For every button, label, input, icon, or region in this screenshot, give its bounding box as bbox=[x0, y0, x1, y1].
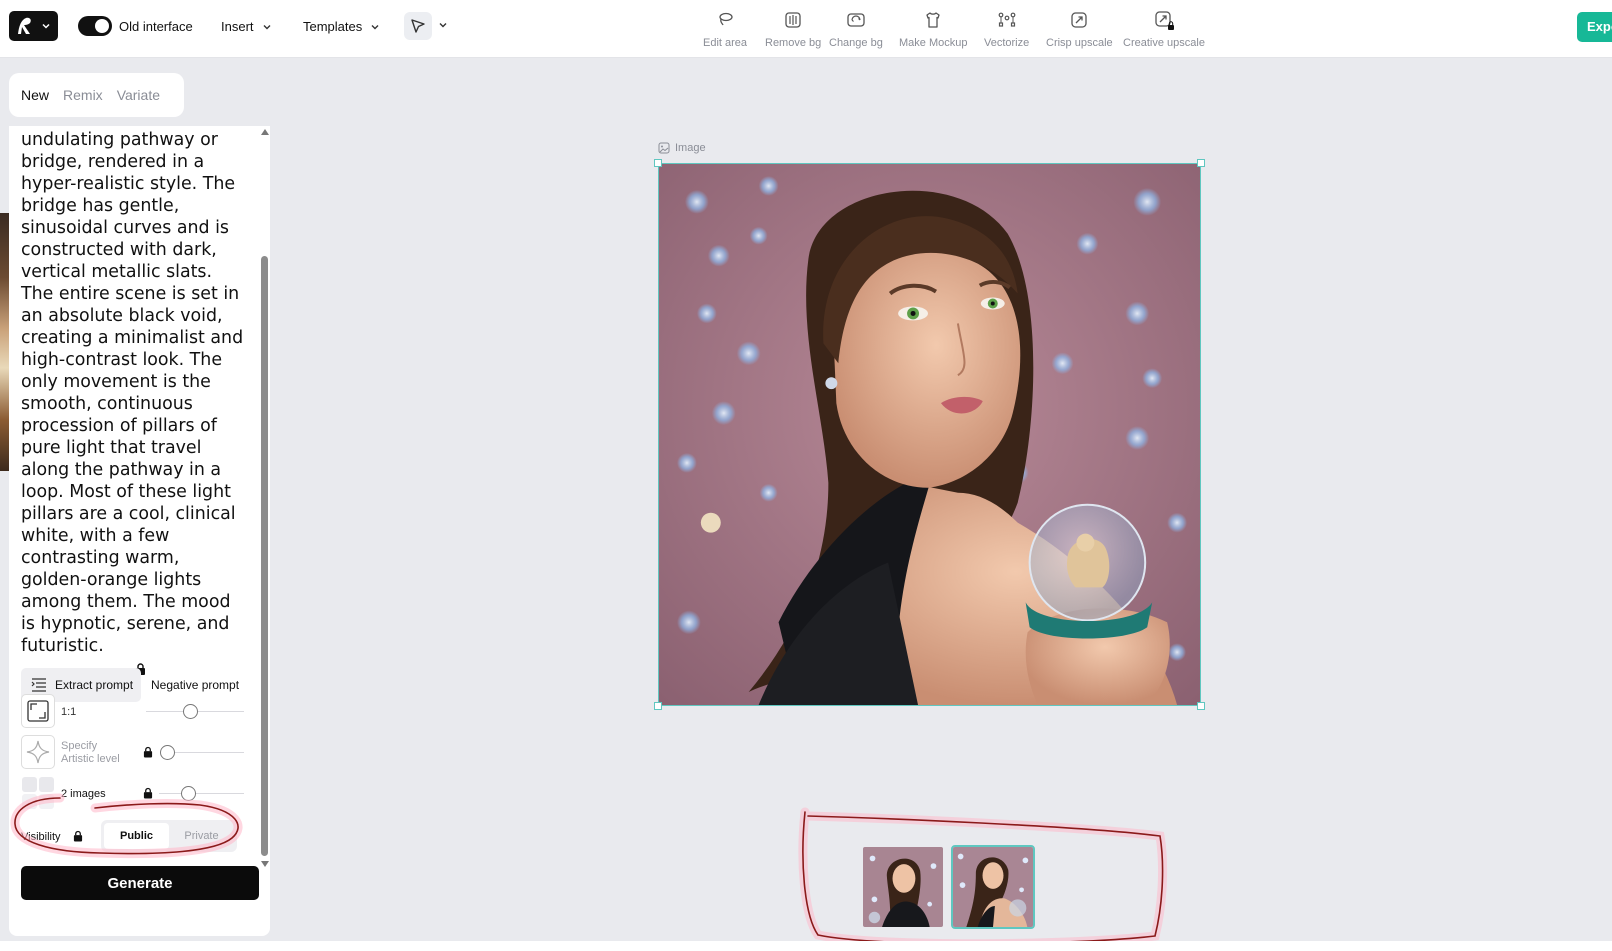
chevron-down-icon[interactable] bbox=[438, 20, 448, 30]
artistic-level-setting bbox=[21, 735, 55, 769]
top-toolbar: Old interface Insert Templates Edit area… bbox=[0, 0, 1612, 58]
images-count-knob[interactable] bbox=[181, 786, 196, 801]
templates-dropdown[interactable]: Templates bbox=[303, 19, 380, 34]
resize-handle-top-left[interactable] bbox=[654, 159, 662, 167]
upscale-icon bbox=[1071, 12, 1087, 28]
chevron-down-icon bbox=[371, 24, 379, 29]
select-tool-button[interactable] bbox=[404, 12, 432, 40]
result-thumbnail-selected[interactable] bbox=[951, 845, 1035, 929]
artistic-level-button[interactable] bbox=[21, 735, 55, 769]
images-count-slider[interactable] bbox=[159, 793, 244, 794]
aspect-ratio-knob[interactable] bbox=[183, 704, 198, 719]
images-count-label: 2 images bbox=[61, 788, 106, 800]
cursor-icon bbox=[411, 19, 425, 33]
resize-handle-bottom-right[interactable] bbox=[1197, 702, 1205, 710]
image-label-text: Image bbox=[675, 142, 706, 154]
portrait-photo bbox=[659, 164, 1200, 705]
scroll-up-arrow[interactable] bbox=[261, 129, 269, 135]
creative-upscale-tool[interactable]: Creative upscale bbox=[1123, 8, 1205, 49]
sparkle-icon bbox=[26, 740, 50, 764]
visibility-toggle: Public Private bbox=[101, 820, 237, 852]
result-thumbnails bbox=[861, 845, 1035, 929]
scroll-down-arrow[interactable] bbox=[261, 861, 269, 867]
images-count-button[interactable] bbox=[21, 776, 55, 810]
artistic-level-label: Specify Artistic level bbox=[61, 740, 120, 765]
remove-bg-tool[interactable]: Remove bg bbox=[765, 8, 821, 49]
visibility-public-option[interactable]: Public bbox=[104, 823, 169, 849]
old-interface-label: Old interface bbox=[119, 19, 193, 34]
grid-icon bbox=[22, 777, 54, 809]
app-menu-button[interactable] bbox=[9, 11, 58, 41]
prompt-textarea[interactable]: undulating pathway or bridge, rendered i… bbox=[21, 129, 246, 657]
resize-handle-bottom-left[interactable] bbox=[654, 702, 662, 710]
resize-handle-top-right[interactable] bbox=[1197, 159, 1205, 167]
extract-prompt-label: Extract prompt bbox=[55, 678, 134, 692]
panel-scrollbar[interactable] bbox=[259, 126, 270, 867]
lasso-icon bbox=[719, 12, 733, 26]
generation-panel: undulating pathway or bridge, rendered i… bbox=[9, 126, 270, 936]
crisp-upscale-tool[interactable]: Crisp upscale bbox=[1046, 8, 1113, 49]
thumbnail-image bbox=[953, 847, 1033, 927]
tshirt-icon bbox=[926, 12, 940, 28]
lock-icon bbox=[143, 746, 153, 758]
negative-prompt-label: Negative prompt bbox=[151, 678, 240, 692]
vectorize-tool[interactable]: Vectorize bbox=[984, 8, 1029, 49]
canvas-image[interactable] bbox=[658, 163, 1201, 706]
lock-icon bbox=[143, 787, 153, 799]
change-bg-icon bbox=[847, 13, 865, 27]
templates-label: Templates bbox=[303, 19, 363, 34]
offscreen-canvas-item[interactable] bbox=[0, 213, 9, 471]
tab-remix[interactable]: Remix bbox=[63, 87, 103, 103]
artistic-level-slider[interactable] bbox=[167, 752, 244, 753]
image-icon bbox=[658, 142, 670, 154]
image-node-label: Image bbox=[658, 142, 706, 154]
insert-dropdown[interactable]: Insert bbox=[221, 19, 272, 34]
change-bg-tool[interactable]: Change bg bbox=[829, 8, 883, 49]
aspect-ratio-icon bbox=[27, 700, 49, 722]
remove-bg-icon bbox=[785, 12, 801, 28]
mode-tabs: New Remix Variate bbox=[9, 73, 184, 117]
scrollbar-thumb[interactable] bbox=[261, 256, 268, 856]
make-mockup-tool[interactable]: Make Mockup bbox=[899, 8, 967, 49]
negative-prompt-button[interactable]: Negative prompt bbox=[141, 668, 239, 702]
export-button[interactable]: Expo bbox=[1577, 12, 1612, 42]
insert-label: Insert bbox=[221, 19, 254, 34]
tab-variate[interactable]: Variate bbox=[117, 87, 160, 103]
crisp-upscale-label: Crisp upscale bbox=[1046, 37, 1113, 49]
creative-upscale-icon bbox=[1155, 11, 1174, 30]
tab-new[interactable]: New bbox=[21, 87, 49, 103]
make-mockup-label: Make Mockup bbox=[899, 37, 968, 49]
remove-bg-label: Remove bg bbox=[765, 37, 822, 49]
artistic-level-knob[interactable] bbox=[160, 745, 175, 760]
generate-button[interactable]: Generate bbox=[21, 866, 259, 900]
aspect-ratio-label: 1:1 bbox=[61, 706, 77, 718]
text-lines-icon bbox=[31, 678, 46, 692]
visibility-private-option[interactable]: Private bbox=[169, 823, 234, 849]
visibility-label: Visibility bbox=[21, 831, 61, 843]
change-bg-label: Change bg bbox=[829, 37, 883, 49]
lock-icon bbox=[73, 830, 83, 842]
edit-area-tool[interactable]: Edit area bbox=[703, 8, 747, 49]
vectorize-label: Vectorize bbox=[984, 37, 1030, 49]
aspect-ratio-setting bbox=[21, 694, 55, 728]
bottom-bar bbox=[0, 941, 1612, 951]
result-thumbnail[interactable] bbox=[861, 845, 945, 929]
chevron-down-icon bbox=[263, 24, 271, 29]
vector-nodes-icon bbox=[998, 12, 1016, 27]
thumbnail-image bbox=[863, 847, 943, 927]
chevron-down-icon bbox=[42, 23, 50, 29]
edit-area-label: Edit area bbox=[703, 37, 748, 49]
aspect-ratio-button[interactable] bbox=[21, 694, 55, 728]
logo-icon bbox=[18, 17, 31, 34]
creative-upscale-label: Creative upscale bbox=[1123, 37, 1205, 49]
images-count-setting bbox=[21, 776, 55, 810]
old-interface-toggle[interactable] bbox=[78, 16, 112, 36]
